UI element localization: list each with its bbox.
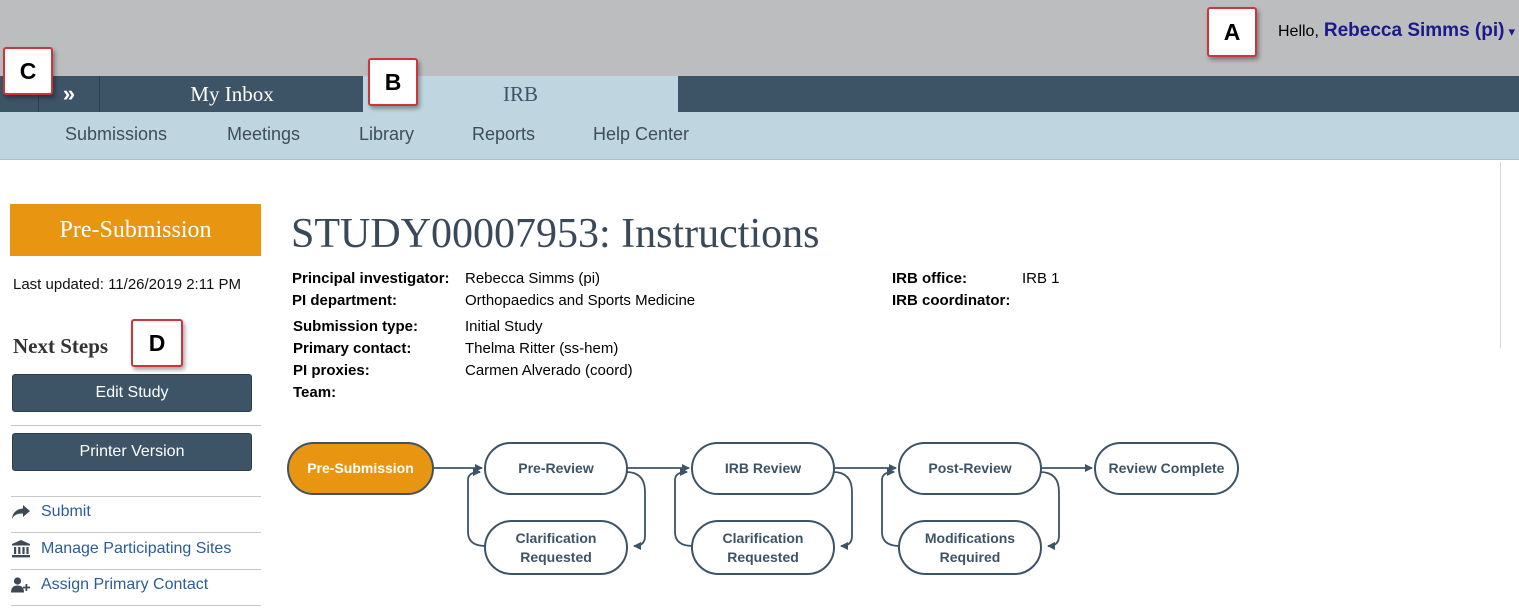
page-title: STUDY00007953: Instructions bbox=[291, 211, 820, 257]
nav-reports[interactable]: Reports bbox=[472, 124, 535, 145]
workflow-node-label: Modifications bbox=[925, 530, 1015, 546]
callout-marker-d: D bbox=[131, 319, 183, 367]
primary-contact-label: Primary contact: bbox=[293, 340, 412, 357]
nav-library[interactable]: Library bbox=[359, 124, 414, 145]
workflow-node-clarification-requested-2: Clarification Requested bbox=[691, 520, 835, 575]
irb-office-value: IRB 1 bbox=[1022, 270, 1060, 287]
submit-label: Submit bbox=[41, 503, 91, 520]
greeting-text: Hello, bbox=[1277, 23, 1319, 40]
workflow-node-pre-review: Pre-Review bbox=[484, 442, 628, 495]
submission-type-label: Submission type: bbox=[293, 318, 419, 335]
callout-marker-b: B bbox=[368, 58, 418, 106]
irb-coordinator-label: IRB coordinator: bbox=[892, 292, 1011, 309]
top-header: Hello, Rebecca Simms (pi) ▾ bbox=[0, 0, 1519, 76]
workflow-node-label: Pre-Submission bbox=[307, 460, 414, 476]
workflow-node-label: Post-Review bbox=[928, 460, 1011, 476]
printer-version-button[interactable]: Printer Version bbox=[12, 433, 252, 471]
user-plus-icon bbox=[11, 576, 31, 594]
assign-primary-contact-link[interactable]: Assign Primary Contact bbox=[11, 576, 208, 594]
workflow-node-label: Clarification bbox=[516, 530, 597, 546]
nav-meetings[interactable]: Meetings bbox=[227, 124, 300, 145]
pi-department-label: PI department: bbox=[292, 292, 398, 309]
status-badge: Pre-Submission bbox=[10, 204, 261, 256]
next-steps-heading: Next Steps bbox=[13, 334, 109, 358]
workflow-node-label: Pre-Review bbox=[518, 460, 594, 476]
assign-contact-label: Assign Primary Contact bbox=[41, 576, 209, 593]
divider bbox=[11, 605, 261, 606]
irb-office-label: IRB office: bbox=[892, 270, 967, 287]
divider bbox=[11, 569, 261, 570]
user-greeting: Hello, Rebecca Simms (pi) ▾ bbox=[1278, 20, 1515, 42]
divider bbox=[11, 425, 261, 426]
workflow-node-modifications-required: Modifications Required bbox=[898, 520, 1042, 575]
callout-marker-a: A bbox=[1207, 7, 1257, 57]
nav-help-center[interactable]: Help Center bbox=[593, 124, 689, 145]
pi-label: Principal investigator: bbox=[292, 270, 450, 287]
workflow-node-post-review: Post-Review bbox=[898, 442, 1042, 495]
share-arrow-icon bbox=[11, 503, 31, 521]
workflow-node-review-complete: Review Complete bbox=[1094, 442, 1239, 495]
workflow-node-irb-review: IRB Review bbox=[691, 442, 835, 495]
user-menu[interactable]: Rebecca Simms (pi) bbox=[1324, 20, 1505, 42]
edit-study-button[interactable]: Edit Study bbox=[12, 374, 252, 412]
chevron-down-icon[interactable]: ▾ bbox=[1508, 24, 1515, 40]
pi-value: Rebecca Simms (pi) bbox=[465, 270, 601, 287]
divider bbox=[11, 496, 261, 497]
content-divider bbox=[1500, 162, 1501, 348]
team-label: Team: bbox=[293, 384, 337, 401]
workflow-node-label: IRB Review bbox=[725, 460, 801, 476]
callout-marker-c: C bbox=[3, 47, 53, 95]
workflow-node-label: Requested bbox=[727, 549, 799, 565]
institution-icon bbox=[11, 540, 31, 558]
main-tab-bar: » My Inbox IRB bbox=[0, 76, 1519, 112]
pi-department-value: Orthopaedics and Sports Medicine bbox=[465, 292, 696, 309]
submission-type-value: Initial Study bbox=[465, 318, 543, 335]
pi-proxies-label: PI proxies: bbox=[293, 362, 370, 379]
workflow-node-clarification-requested-1: Clarification Requested bbox=[484, 520, 628, 575]
primary-contact-value: Thelma Ritter (ss-hem) bbox=[465, 340, 619, 357]
workflow-node-label: Required bbox=[940, 549, 1001, 565]
manage-participating-sites-link[interactable]: Manage Participating Sites bbox=[11, 540, 231, 558]
manage-sites-label: Manage Participating Sites bbox=[41, 540, 232, 557]
sub-navigation: Submissions Meetings Library Reports Hel… bbox=[0, 112, 1519, 160]
workflow-node-label: Requested bbox=[520, 549, 592, 565]
submit-link[interactable]: Submit bbox=[11, 503, 91, 521]
tab-my-inbox[interactable]: My Inbox bbox=[101, 76, 363, 112]
workflow-node-pre-submission: Pre-Submission bbox=[287, 442, 434, 495]
workflow-diagram: Pre-Submission Pre-Review IRB Review Pos… bbox=[287, 442, 1239, 575]
last-updated-text: Last updated: 11/26/2019 2:11 PM bbox=[13, 276, 241, 293]
nav-submissions[interactable]: Submissions bbox=[65, 124, 167, 145]
divider bbox=[11, 532, 261, 533]
workflow-node-label: Review Complete bbox=[1109, 460, 1225, 476]
pi-proxies-value: Carmen Alverado (coord) bbox=[465, 362, 633, 379]
workflow-node-label: Clarification bbox=[723, 530, 804, 546]
